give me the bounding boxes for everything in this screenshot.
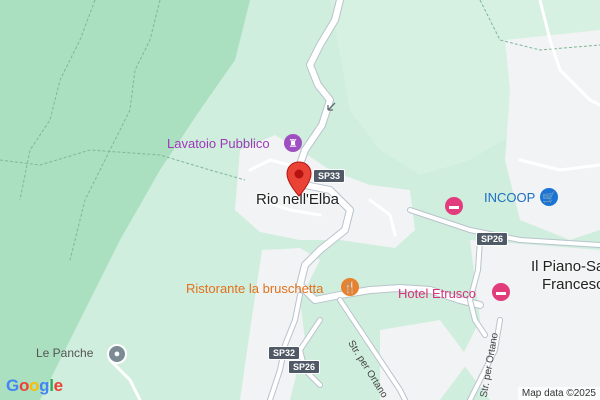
- location-pin-icon[interactable]: [286, 161, 312, 197]
- place-dot-icon[interactable]: ●: [107, 344, 127, 364]
- road-shield-sp26-east: SP26: [476, 232, 509, 246]
- restaurant-icon[interactable]: 🍴: [341, 278, 359, 296]
- road-shield-sp33: SP33: [313, 169, 346, 183]
- landmark-icon[interactable]: ♜: [284, 134, 302, 152]
- road-shield-sp32: SP32: [268, 346, 301, 360]
- hotel-bed-icon[interactable]: ▬: [445, 197, 463, 215]
- road-shield-sp26-south: SP26: [288, 360, 321, 374]
- urban-area-northeast: [505, 30, 600, 240]
- poi-label-incoop[interactable]: INCOOP: [484, 190, 535, 205]
- poi-label-lavatoio[interactable]: Lavatoio Pubblico: [167, 136, 270, 151]
- shopping-cart-icon[interactable]: 🛒: [540, 188, 558, 206]
- poi-label-ristorante[interactable]: Ristorante la bruschetta: [186, 281, 323, 296]
- place-label-piano-1[interactable]: Il Piano-Sa: [531, 258, 600, 275]
- map-attribution[interactable]: Map data ©2025: [517, 387, 600, 400]
- place-label-le-panche[interactable]: Le Panche: [36, 346, 93, 360]
- hotel-bed-icon-etrusco[interactable]: ▬: [492, 283, 510, 301]
- google-logo: Google: [6, 376, 63, 395]
- place-label-piano-2[interactable]: Francesc: [542, 276, 600, 293]
- poi-label-hotel[interactable]: Hotel Etrusco: [398, 286, 476, 301]
- map-canvas[interactable]: ♜ 🛒 ▬ ▬ 🍴 ● Lavatoio Pubblico Rio nell'E…: [0, 0, 600, 400]
